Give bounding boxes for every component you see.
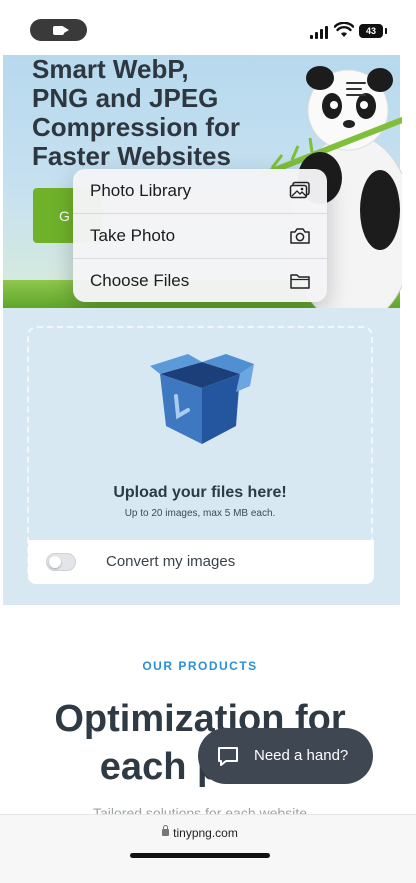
url-text: tinypng.com	[173, 826, 238, 840]
home-indicator[interactable]	[130, 853, 270, 858]
convert-label: Convert my images	[106, 553, 236, 570]
convert-toggle[interactable]	[46, 553, 76, 571]
hamburger-menu-icon[interactable]	[346, 80, 368, 100]
lock-icon	[162, 825, 170, 836]
camera-icon	[289, 226, 311, 246]
menu-item-label: Choose Files	[90, 271, 190, 290]
hero-title-line: Faster Websites	[32, 141, 231, 171]
battery-indicator: 43	[359, 24, 383, 38]
folder-icon	[289, 271, 311, 291]
menu-item-label: Photo Library	[90, 181, 192, 200]
battery-tip	[385, 28, 387, 34]
help-chat-button[interactable]: Need a hand?	[198, 728, 373, 784]
chat-bubble-icon	[216, 746, 238, 766]
get-started-button-label: G	[59, 208, 70, 224]
hero-title-line: Compression for	[32, 112, 241, 142]
photo-library-icon	[289, 181, 311, 201]
section-eyebrow: OUR PRODUCTS	[142, 659, 258, 673]
cellular-signal-icon	[310, 25, 330, 39]
upload-title: Upload your files here!	[113, 484, 287, 501]
url-display[interactable]: tinypng.com	[0, 825, 400, 840]
menu-item-photo-library[interactable]: Photo Library	[73, 169, 327, 213]
upload-subtitle: Up to 20 images, max 5 MB each.	[124, 508, 276, 519]
hero-title-line: Smart WebP,	[32, 54, 189, 84]
hero-title: Smart WebP, PNG and JPEG Compression for…	[32, 55, 272, 171]
browser-address-bar[interactable]	[0, 814, 416, 883]
wifi-icon	[333, 21, 355, 38]
toggle-knob	[49, 556, 61, 568]
video-camera-icon[interactable]	[30, 19, 87, 41]
menu-item-choose-files[interactable]: Choose Files	[73, 259, 327, 302]
file-picker-menu: Photo Library Take Photo Choose Files	[73, 169, 327, 302]
chat-label: Need a hand?	[254, 747, 349, 764]
menu-item-label: Take Photo	[90, 226, 176, 245]
open-box-icon	[148, 352, 256, 448]
menu-item-take-photo[interactable]: Take Photo	[73, 214, 327, 258]
hero-title-line: PNG and JPEG	[32, 83, 219, 113]
